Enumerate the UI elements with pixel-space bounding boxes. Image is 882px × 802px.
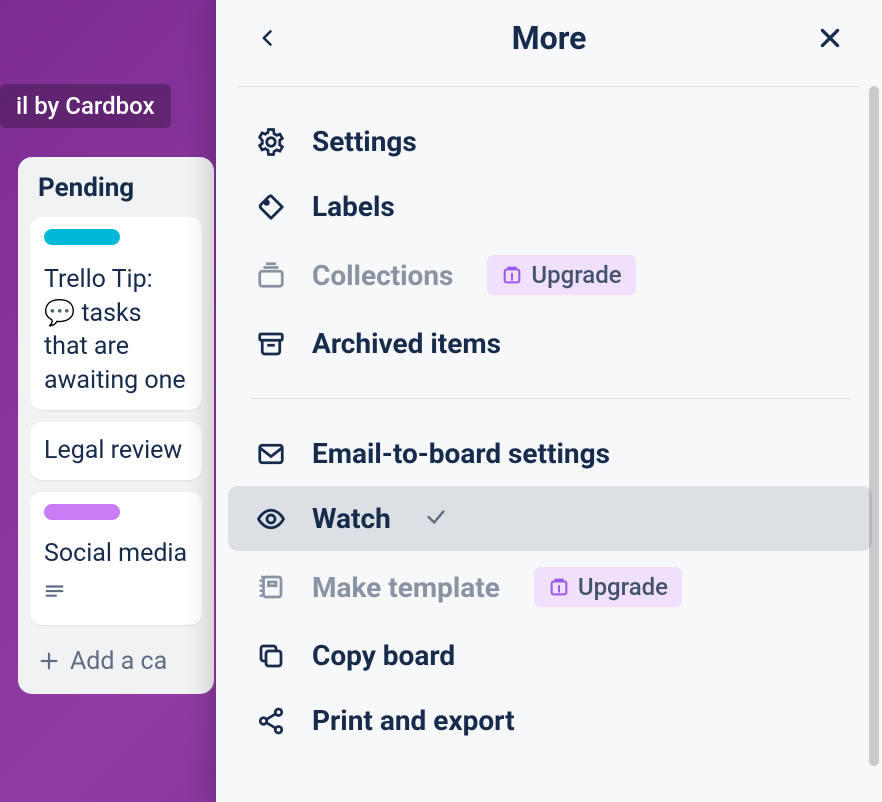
share-icon (256, 706, 286, 736)
tag-icon (256, 192, 286, 222)
more-menu-panel: More Settings Labels (216, 0, 882, 802)
menu-label: Watch (312, 502, 391, 535)
card-title: Social media (44, 537, 188, 571)
template-icon (256, 572, 286, 602)
menu-labels[interactable]: Labels (228, 174, 872, 239)
card-title: Trello Tip: 💬 tasks that are awaiting on… (44, 263, 188, 398)
card-label-cyan[interactable] (44, 229, 120, 245)
menu-group: Email-to-board settings Watch Make templ… (228, 399, 872, 775)
list-title[interactable]: Pending (30, 173, 202, 217)
scrollbar-thumb[interactable] (869, 86, 879, 766)
scrollbar[interactable] (868, 86, 880, 792)
archive-icon (256, 329, 286, 359)
menu-copy-board[interactable]: Copy board (228, 623, 872, 688)
add-card-button[interactable]: Add a ca (30, 637, 202, 682)
menu-collections: Collections Upgrade (228, 239, 872, 311)
description-icon (44, 579, 66, 613)
card-label-purple[interactable] (44, 504, 120, 520)
card[interactable]: Legal review (30, 422, 202, 480)
board-header-button[interactable]: il by Cardbox (0, 84, 171, 128)
menu-print-export[interactable]: Print and export (228, 688, 872, 753)
menu-watch[interactable]: Watch (228, 486, 872, 551)
list-pending: Pending Trello Tip: 💬 tasks that are awa… (18, 157, 214, 694)
menu-make-template: Make template Upgrade (228, 551, 872, 623)
menu-label: Archived items (312, 327, 501, 360)
menu-settings[interactable]: Settings (228, 109, 872, 174)
panel-title: More (512, 19, 587, 57)
panel-body: Settings Labels Collections Upgrade (216, 87, 882, 802)
card[interactable]: Social media (30, 492, 202, 625)
menu-label: Copy board (312, 639, 455, 672)
gear-icon (256, 127, 286, 157)
upgrade-badge[interactable]: Upgrade (534, 567, 682, 607)
menu-group: Settings Labels Collections Upgrade (228, 87, 872, 398)
eye-icon (256, 504, 286, 534)
mail-icon (256, 439, 286, 469)
menu-label: Settings (312, 125, 417, 158)
card-title: Legal review (44, 434, 188, 468)
close-button[interactable] (810, 18, 850, 58)
menu-archived[interactable]: Archived items (228, 311, 872, 376)
back-button[interactable] (248, 18, 288, 58)
menu-label: Collections (312, 259, 453, 292)
add-card-label: Add a ca (70, 647, 167, 676)
menu-label: Email-to-board settings (312, 437, 610, 470)
upgrade-label: Upgrade (578, 573, 668, 601)
menu-label: Labels (312, 190, 395, 223)
collections-icon (256, 260, 286, 290)
upgrade-label: Upgrade (531, 261, 621, 289)
menu-label: Make template (312, 571, 500, 604)
card[interactable]: Trello Tip: 💬 tasks that are awaiting on… (30, 217, 202, 410)
menu-email-to-board[interactable]: Email-to-board settings (228, 421, 872, 486)
upgrade-badge[interactable]: Upgrade (487, 255, 635, 295)
panel-header: More (216, 0, 882, 86)
check-icon (425, 502, 447, 535)
copy-icon (256, 641, 286, 671)
menu-label: Print and export (312, 704, 515, 737)
